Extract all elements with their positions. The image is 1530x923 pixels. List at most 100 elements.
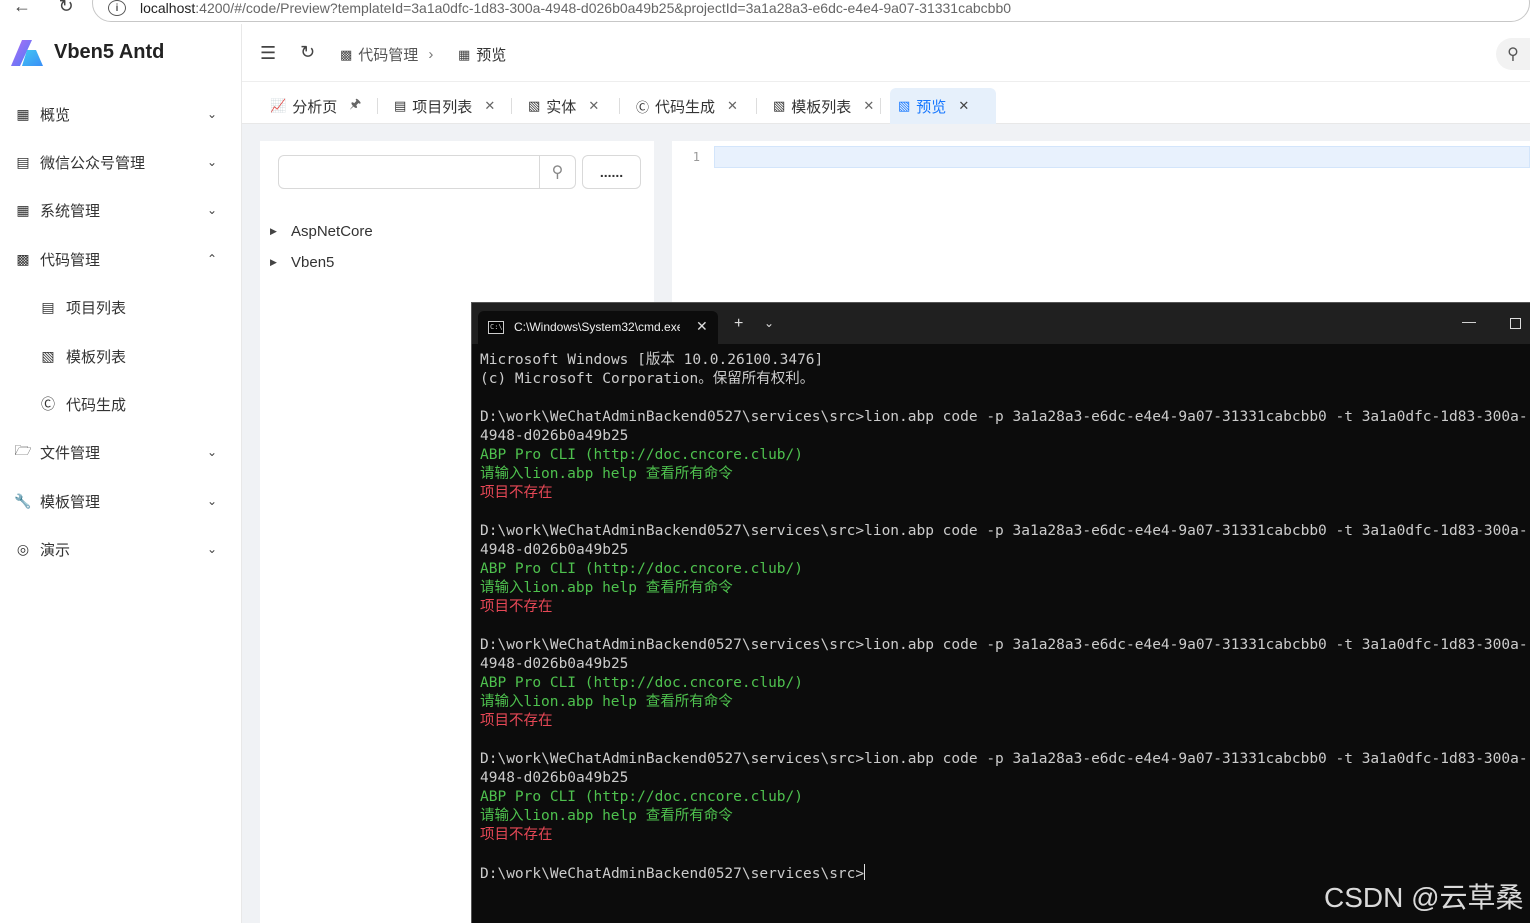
pin-icon[interactable]: 🖈 [349,95,361,117]
tab-label: 分析页 [292,98,338,116]
terminal-line: ABP Pro CLI (http://doc.cncore.club/) [480,560,1530,579]
tab[interactable]: Ⓒ 代码生成 ✕ [628,88,746,124]
tab-label: 代码生成 [655,98,716,116]
terminal-line: 项目不存在 [480,826,1530,845]
chevron-right-icon: › [428,46,434,63]
sidebar-item[interactable]: Ⓒ 代码生成 [0,384,242,424]
close-icon[interactable]: ✕ [727,98,738,114]
terminal-line-text: 4948-d026b0a49b25 [480,542,629,558]
tab[interactable]: ▧ 实体 ✕ [520,88,607,124]
tab-separator [377,98,378,114]
tree-search-button[interactable]: ⚲ [540,155,576,189]
cmd-icon: C:\ [488,321,504,334]
close-icon[interactable]: ✕ [588,98,599,114]
sidebar-item-label: 模板管理 [40,493,101,511]
terminal-line: 项目不存在 [480,712,1530,731]
terminal-line: D:\work\WeChatAdminBackend0527\services\… [480,750,1530,769]
close-icon[interactable]: ✕ [696,318,708,335]
chevron-down-icon[interactable]: ⌄ [764,316,774,330]
sidebar-item[interactable]: ◎ 演示 ⌄ [0,529,242,569]
reload-icon[interactable]: ↻ [54,0,78,18]
menu-toggle-icon[interactable]: ☰ [260,44,278,62]
chevron-down-icon[interactable]: ⌄ [204,444,220,460]
url-text[interactable]: localhost:4200/#/code/Preview?templateId… [140,0,1011,16]
caret-right-icon[interactable]: ▶ [270,226,280,237]
file-icon: ▧ [773,98,786,113]
terminal-output[interactable]: Microsoft Windows [版本 10.0.26100.3476] (c… [480,351,1530,883]
watermark: CSDN @云草桑 [1324,882,1524,913]
close-icon[interactable]: ✕ [484,98,495,114]
sidebar-item[interactable]: 🗁 文件管理 ⌄ [0,432,242,472]
chevron-down-icon[interactable]: ⌄ [204,154,220,170]
sidebar-item[interactable]: ▦ 概览 ⌄ [0,94,242,134]
terminal-line-text: 项目不存在 [480,713,553,729]
chevron-up-icon[interactable]: ⌃ [204,251,220,267]
terminal-titlebar: C:\ C:\Windows\System32\cmd.exe ✕ + ⌄ — [472,303,1530,344]
sidebar-item[interactable]: ▧ 模板列表 [0,336,242,376]
chevron-down-icon[interactable]: ⌄ [204,106,220,122]
tab[interactable]: ▧ 预览 ✕ [890,88,996,124]
chevron-down-icon[interactable]: ⌄ [204,493,220,509]
terminal-line: 4948-d026b0a49b25 [480,655,1530,674]
demo-icon: ◎ [16,540,30,557]
app-title: Vben5 Antd [54,41,165,63]
sidebar-item[interactable]: ▤ 项目列表 [0,287,242,327]
wrench-icon: 🔧 [14,492,32,509]
search-button[interactable]: ⚲ [1496,38,1530,70]
sidebar-item-label: 代码生成 [66,396,127,414]
terminal-line-text: 项目不存在 [480,599,553,615]
close-icon[interactable]: ✕ [958,98,969,114]
new-tab-plus-icon[interactable]: + [734,315,743,333]
tree-more-button[interactable]: ...... [582,155,641,189]
terminal-line: 请输入lion.abp help 查看所有命令 [480,807,1530,826]
terminal-line-text: D:\work\WeChatAdminBackend0527\services\… [480,523,1528,539]
wechat-icon: ▤ [16,153,30,170]
sidebar-item-label: 演示 [40,541,71,559]
terminal-line: ABP Pro CLI (http://doc.cncore.club/) [480,446,1530,465]
close-icon[interactable]: ✕ [863,98,874,114]
terminal-line-text: ABP Pro CLI (http://doc.cncore.club/) [480,561,804,577]
terminal-line-text: (c) Microsoft Corporation。保留所有权利。 [480,371,815,387]
tab[interactable]: ▤ 项目列表 ✕ [386,88,503,124]
cmd-terminal-window[interactable]: C:\ C:\Windows\System32\cmd.exe ✕ + ⌄ — … [471,302,1530,923]
terminal-line-text: ABP Pro CLI (http://doc.cncore.club/) [480,447,804,463]
terminal-line: 4948-d026b0a49b25 [480,769,1530,788]
tree-search-input[interactable] [278,155,540,189]
tab-label: 项目列表 [412,98,473,116]
chevron-down-icon[interactable]: ⌄ [204,541,220,557]
tab[interactable]: ▧ 模板列表 ✕ [765,88,882,124]
chevron-down-icon[interactable]: ⌄ [204,202,220,218]
maximize-icon[interactable] [1510,318,1521,329]
sidebar-item[interactable]: ▦ 系统管理 ⌄ [0,190,242,230]
refresh-icon[interactable]: ↻ [300,42,315,63]
vben-logo-icon [11,40,43,66]
sidebar-item[interactable]: 🔧 模板管理 ⌄ [0,481,242,521]
sidebar-item-label: 项目列表 [66,299,127,317]
site-info-icon[interactable]: i [108,0,126,16]
chart-icon: 📈 [270,98,287,113]
tab-separator [880,98,881,114]
tree-node-aspnetcore[interactable]: ▶ AspNetCore [270,221,373,241]
tab[interactable]: 📈 分析页 🖈 [262,88,369,124]
file-icon: ▧ [528,98,541,113]
tree-node-vben5[interactable]: ▶ Vben5 [270,252,334,272]
breadcrumb-parent[interactable]: ▩ 代码管理 › [340,44,433,65]
folder-icon: 🗁 [14,442,32,458]
copyright-icon: Ⓒ [636,99,650,115]
terminal-line: D:\work\WeChatAdminBackend0527\services\… [480,408,1530,427]
caret-right-icon[interactable]: ▶ [270,257,280,268]
sidebar-item[interactable]: ▩ 代码管理 ⌃ [0,239,242,279]
sidebar-item[interactable]: ▤ 微信公众号管理 ⌄ [0,142,242,182]
terminal-tab[interactable]: C:\ C:\Windows\System32\cmd.exe ✕ [478,311,718,344]
paint-roller-icon: ▩ [340,46,353,62]
breadcrumb-current[interactable]: ▦ 预览 [458,44,506,65]
back-arrow-icon[interactable]: ← [10,0,34,18]
terminal-line-text: Microsoft Windows [版本 10.0.26100.3476] [480,352,824,368]
terminal-line-text: 4948-d026b0a49b25 [480,656,629,672]
grid-icon: ▦ [16,105,30,122]
header: ☰ ↻ ▩ 代码管理 › ▦ 预览 ⚲ [242,24,1530,82]
search-icon: ⚲ [1507,46,1519,63]
minimize-icon[interactable]: — [1462,313,1476,329]
